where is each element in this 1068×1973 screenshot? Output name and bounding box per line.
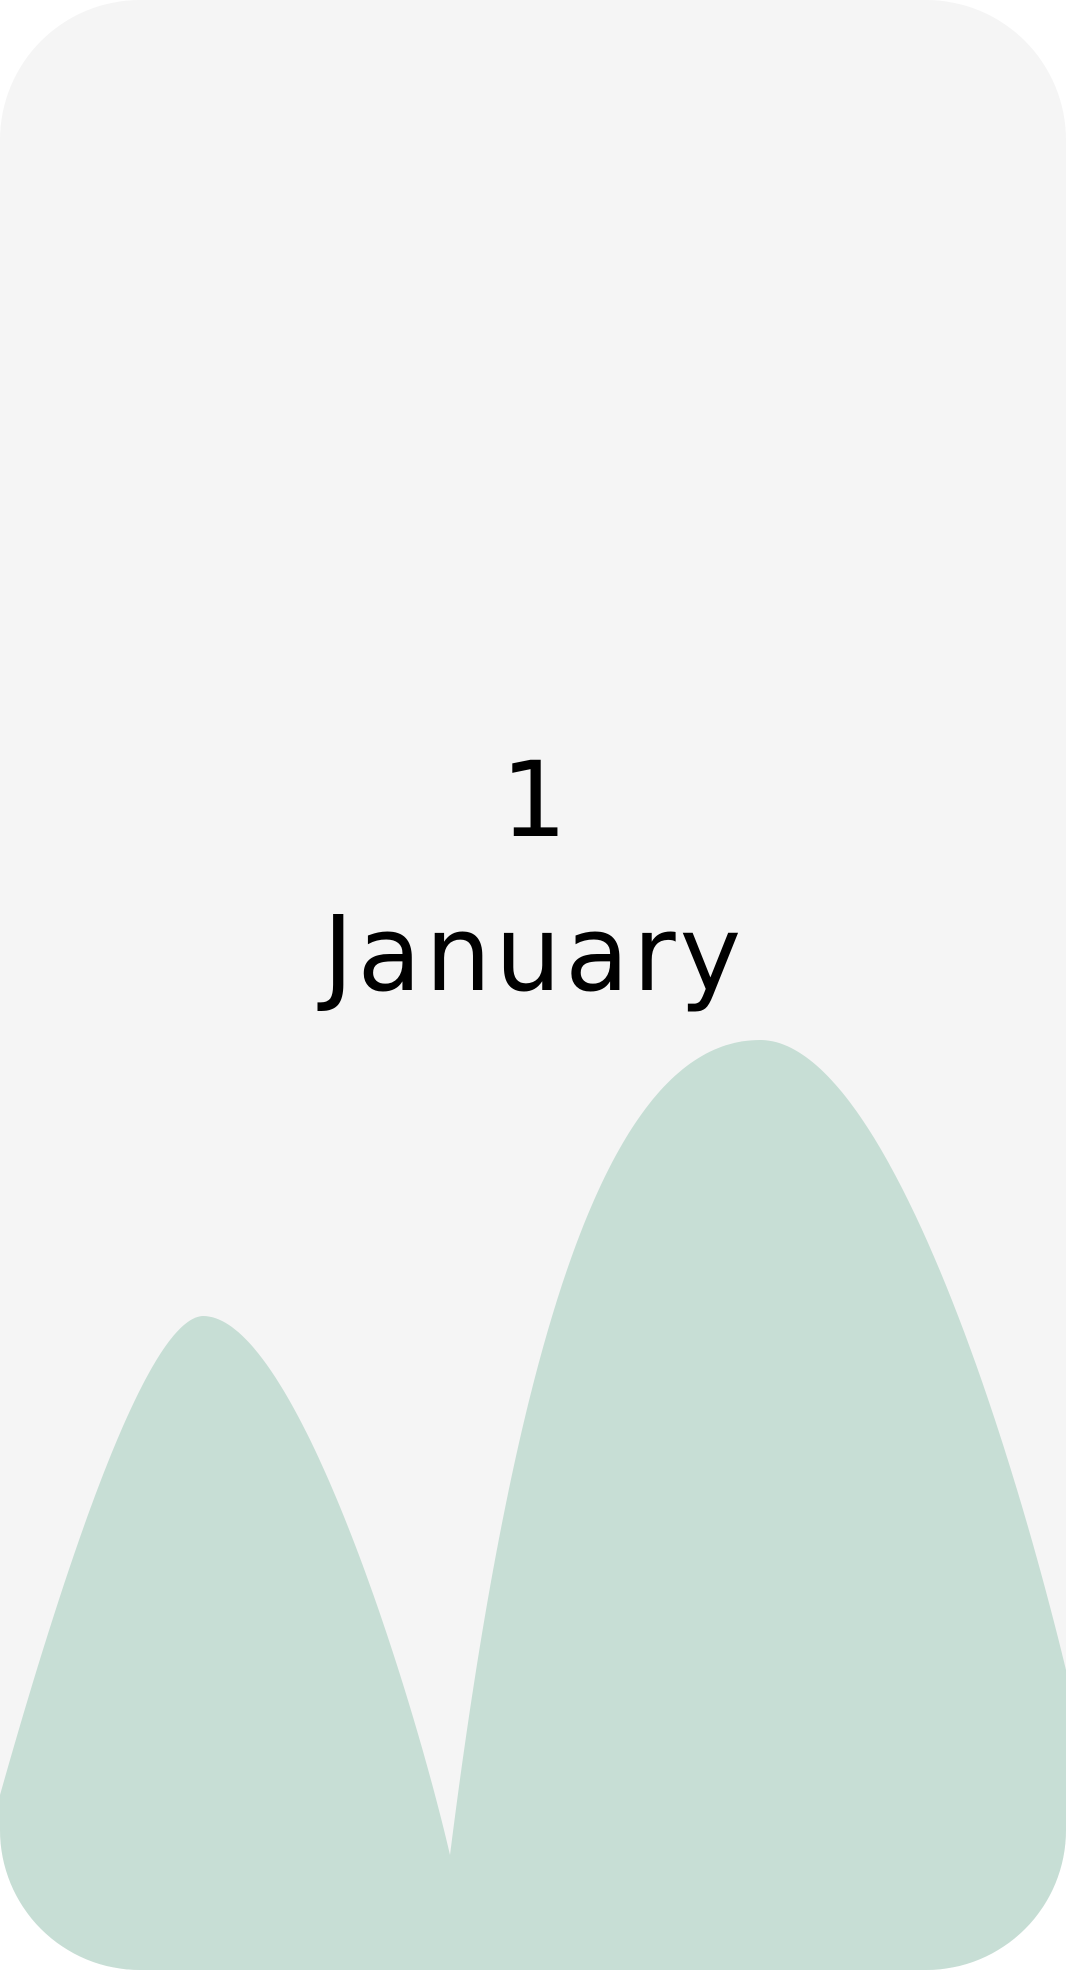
left-hill (0, 1316, 450, 1970)
right-hill (450, 1040, 1066, 1970)
date-card (0, 0, 1066, 1970)
screen: 1 January (0, 0, 1068, 1973)
hills-illustration (0, 1040, 1066, 1970)
